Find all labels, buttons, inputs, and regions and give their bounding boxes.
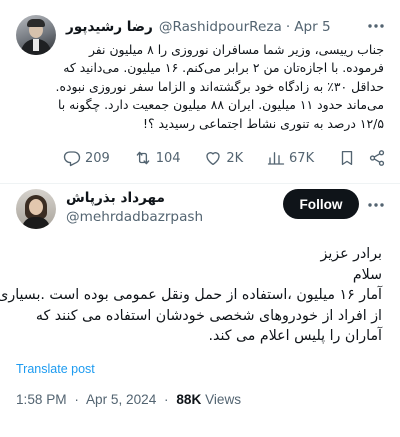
tweet-views-count: 88K (176, 392, 202, 407)
reply-text-line: سلام (352, 266, 382, 283)
parent-tweet[interactable]: رضا رشیدپور @RashidpourReza · Apr 5 جناب… (0, 0, 400, 183)
meta-separator: · (164, 392, 169, 407)
like-count: 2K (226, 150, 244, 166)
action-bar-right (338, 149, 386, 167)
views-count: 67K (289, 150, 315, 166)
reply-tweet-text: برادر عزیز سلام آمار ۱۶ میلیون ،استفاده … (0, 244, 382, 347)
like-icon (206, 152, 221, 166)
divider (0, 183, 400, 184)
repost-icon (136, 151, 149, 165)
reply-button[interactable]: 209 (63, 149, 110, 167)
parent-author-handle[interactable]: @RashidpourReza (159, 19, 282, 35)
parent-text-line: فرموده. با اجازه‌تان من ۲ برابر می‌کنم. … (63, 60, 384, 76)
follow-button[interactable]: Follow (283, 189, 359, 219)
reply-icon (63, 151, 81, 167)
tweet-meta: 1:58 PM · Apr 5, 2024 · 88K Views (16, 392, 241, 407)
reply-text-line: آماران را پلیس اعلام می کند. (208, 328, 382, 345)
parent-text-line: می‌ماند حدود ۱۱ میلیون. ایران ۸۸ میلیون … (58, 97, 384, 113)
parent-tweet-text: جناب رییسی، وزیر شما مسافران نوروزی را ۸… (55, 41, 384, 133)
action-bar: 209 104 2K 67K (63, 149, 386, 167)
parent-author-avatar[interactable] (16, 15, 56, 55)
reply-author-avatar[interactable] (16, 189, 56, 229)
repost-button[interactable]: 104 (134, 149, 181, 167)
reply-author-name[interactable]: مهرداد بذرپاش (66, 190, 165, 206)
parent-text-line: جناب رییسی، وزیر شما مسافران نوروزی را ۸… (88, 42, 384, 57)
more-icon[interactable] (366, 16, 386, 36)
reply-text-line: آمار ۱۶ میلیون ،استفاده از حمل ونقل عموم… (0, 287, 382, 304)
views-button[interactable]: 67K (267, 149, 314, 167)
bookmark-icon[interactable] (338, 149, 356, 167)
repost-count: 104 (155, 150, 181, 166)
parent-text-line: ۱۲/۵ درصد به تنوری نشاط اجتماعی رسیدید ؟… (143, 115, 384, 131)
more-icon[interactable] (366, 195, 386, 215)
tweet-views-label: Views (205, 392, 242, 407)
reply-count: 209 (85, 150, 110, 166)
tweet-date[interactable]: Apr 5, 2024 (86, 392, 156, 407)
reply-text-line: برادر عزیز (320, 246, 382, 262)
share-icon[interactable] (368, 149, 386, 167)
views-icon (267, 152, 285, 165)
reply-text-line: از افراد از خودروهای شخصی خودشان استفاده… (35, 307, 382, 324)
meta-separator: · (74, 392, 79, 407)
like-button[interactable]: 2K (204, 149, 243, 167)
tweet-time[interactable]: 1:58 PM (16, 392, 67, 407)
parent-author-name[interactable]: رضا رشیدپور (66, 19, 153, 35)
header-separator: · (285, 19, 291, 35)
reply-author-handle[interactable]: @mehrdadbazrpash (66, 209, 203, 225)
parent-tweet-date[interactable]: Apr 5 (294, 19, 331, 35)
parent-text-line: حداقل ۳۰٪ به زادگاه خود برگشته‌اند و الز… (55, 78, 384, 94)
parent-tweet-header: رضا رشیدپور @RashidpourReza · Apr 5 (66, 17, 386, 37)
translate-post-link[interactable]: Translate post (16, 362, 95, 376)
